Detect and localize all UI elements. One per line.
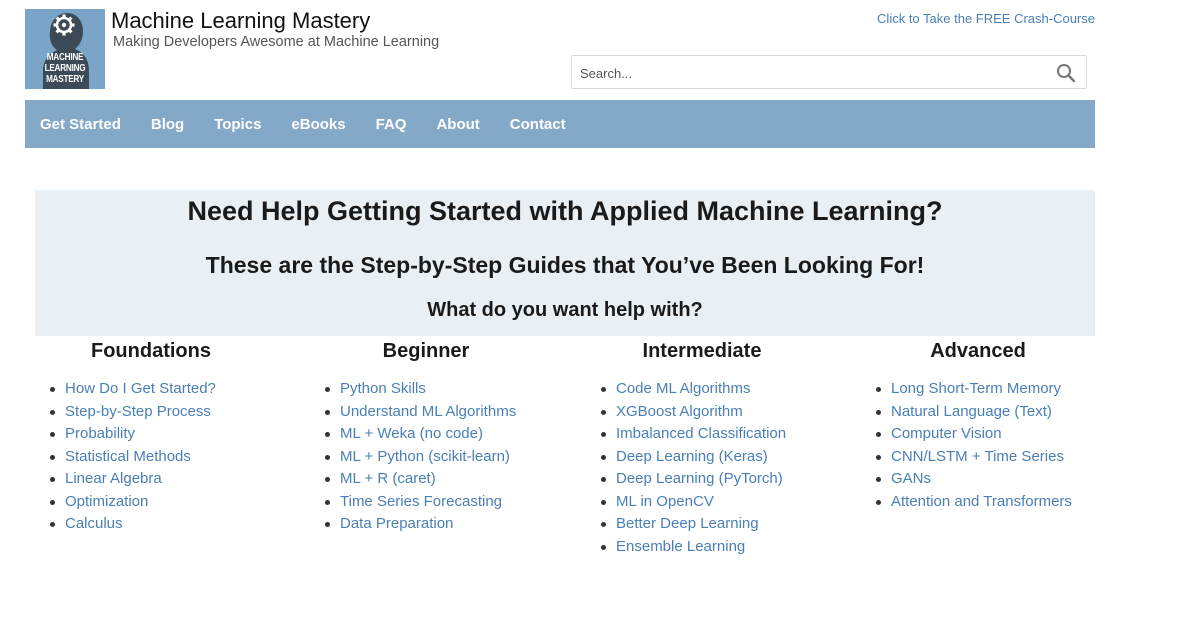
guide-link[interactable]: Time Series Forecasting — [340, 493, 502, 510]
list-item: Attention and Transformers — [861, 491, 1095, 514]
list-item: Deep Learning (PyTorch) — [586, 468, 818, 491]
list-item: ML + R (caret) — [310, 468, 542, 491]
guide-link[interactable]: Optimization — [65, 493, 148, 510]
list-item: GANs — [861, 468, 1095, 491]
column-advanced: Advanced Long Short-Term Memory Natural … — [861, 338, 1095, 513]
list-item: Computer Vision — [861, 423, 1095, 446]
list-item: Long Short-Term Memory — [861, 378, 1095, 401]
guide-link[interactable]: Better Deep Learning — [616, 515, 759, 532]
column-beginner: Beginner Python Skills Understand ML Alg… — [310, 338, 542, 536]
list-item: Deep Learning (Keras) — [586, 446, 818, 469]
guide-link[interactable]: Calculus — [65, 515, 123, 532]
column-intermediate: Intermediate Code ML Algorithms XGBoost … — [586, 338, 818, 558]
list-item: Linear Algebra — [35, 468, 267, 491]
list-item: How Do I Get Started? — [35, 378, 267, 401]
logo-text-line-2: LEARNING — [44, 63, 86, 74]
guide-link[interactable]: How Do I Get Started? — [65, 380, 216, 397]
hero-question: What do you want help with? — [427, 299, 703, 321]
guide-link[interactable]: Ensemble Learning — [616, 538, 745, 555]
nav-contact[interactable]: Contact — [510, 116, 566, 133]
nav-topics[interactable]: Topics — [214, 116, 261, 133]
list-item: Time Series Forecasting — [310, 491, 542, 514]
guide-link[interactable]: Step-by-Step Process — [65, 403, 211, 420]
hero-headline: Need Help Getting Started with Applied M… — [187, 196, 943, 226]
hero-subheadline: These are the Step-by-Step Guides that Y… — [205, 252, 925, 278]
nav-faq[interactable]: FAQ — [376, 116, 407, 133]
guide-link[interactable]: Natural Language (Text) — [891, 403, 1052, 420]
list-item: Calculus — [35, 513, 267, 536]
guide-link[interactable]: ML + Weka (no code) — [340, 425, 483, 442]
column-foundations: Foundations How Do I Get Started? Step-b… — [35, 338, 267, 536]
list-item: ML + Weka (no code) — [310, 423, 542, 446]
link-list: Long Short-Term Memory Natural Language … — [861, 378, 1095, 513]
guide-link[interactable]: Linear Algebra — [65, 470, 162, 487]
nav-blog[interactable]: Blog — [151, 116, 184, 133]
site-logo[interactable]: MACHINE LEARNING MASTERY — [25, 9, 105, 89]
search-box — [571, 55, 1087, 89]
column-title: Intermediate — [642, 340, 762, 362]
guide-link[interactable]: Code ML Algorithms — [616, 380, 751, 397]
search-input[interactable] — [580, 62, 1040, 84]
guide-link[interactable]: Statistical Methods — [65, 448, 191, 465]
list-item: Probability — [35, 423, 267, 446]
guide-link[interactable]: Deep Learning (Keras) — [616, 448, 768, 465]
nav-ebooks[interactable]: eBooks — [291, 116, 345, 133]
site-tagline: Making Developers Awesome at Machine Lea… — [113, 34, 440, 50]
guide-link[interactable]: Data Preparation — [340, 515, 453, 532]
link-list: How Do I Get Started? Step-by-Step Proce… — [35, 378, 267, 536]
column-title: Beginner — [382, 340, 470, 362]
list-item: Imbalanced Classification — [586, 423, 818, 446]
guide-link[interactable]: Deep Learning (PyTorch) — [616, 470, 783, 487]
list-item: Natural Language (Text) — [861, 401, 1095, 424]
list-item: Ensemble Learning — [586, 536, 818, 559]
guide-link[interactable]: CNN/LSTM + Time Series — [891, 448, 1064, 465]
guide-link[interactable]: Long Short-Term Memory — [891, 380, 1061, 397]
list-item: Optimization — [35, 491, 267, 514]
guide-link[interactable]: ML in OpenCV — [616, 493, 714, 510]
list-item: Understand ML Algorithms — [310, 401, 542, 424]
guide-link[interactable]: Understand ML Algorithms — [340, 403, 516, 420]
link-list: Python Skills Understand ML Algorithms M… — [310, 378, 542, 536]
guide-link[interactable]: ML + R (caret) — [340, 470, 436, 487]
guide-link[interactable]: Attention and Transformers — [891, 493, 1072, 510]
guide-link[interactable]: Probability — [65, 425, 135, 442]
list-item: Step-by-Step Process — [35, 401, 267, 424]
list-item: ML + Python (scikit-learn) — [310, 446, 542, 469]
logo-text-line-3: MASTERY — [45, 74, 85, 85]
list-item: CNN/LSTM + Time Series — [861, 446, 1095, 469]
guide-link[interactable]: Imbalanced Classification — [616, 425, 786, 442]
main-nav: Get Started Blog Topics eBooks FAQ About… — [25, 100, 1095, 148]
guide-link[interactable]: Computer Vision — [891, 425, 1002, 442]
nav-about[interactable]: About — [436, 116, 479, 133]
site-title[interactable]: Machine Learning Mastery — [111, 8, 370, 34]
guide-link[interactable]: ML + Python (scikit-learn) — [340, 448, 510, 465]
guide-link[interactable]: GANs — [891, 470, 931, 487]
column-title: Foundations — [91, 340, 211, 362]
list-item: XGBoost Algorithm — [586, 401, 818, 424]
search-icon[interactable] — [1056, 63, 1076, 83]
guide-link[interactable]: XGBoost Algorithm — [616, 403, 743, 420]
list-item: ML in OpenCV — [586, 491, 818, 514]
link-list: Code ML Algorithms XGBoost Algorithm Imb… — [586, 378, 818, 558]
crash-course-link[interactable]: Click to Take the FREE Crash-Course — [877, 11, 1095, 26]
list-item: Code ML Algorithms — [586, 378, 818, 401]
list-item: Better Deep Learning — [586, 513, 818, 536]
column-title: Advanced — [930, 340, 1026, 362]
logo-text-line-1: MACHINE — [46, 52, 84, 63]
guide-link[interactable]: Python Skills — [340, 380, 426, 397]
list-item: Statistical Methods — [35, 446, 267, 469]
nav-get-started[interactable]: Get Started — [40, 116, 121, 133]
list-item: Python Skills — [310, 378, 542, 401]
list-item: Data Preparation — [310, 513, 542, 536]
